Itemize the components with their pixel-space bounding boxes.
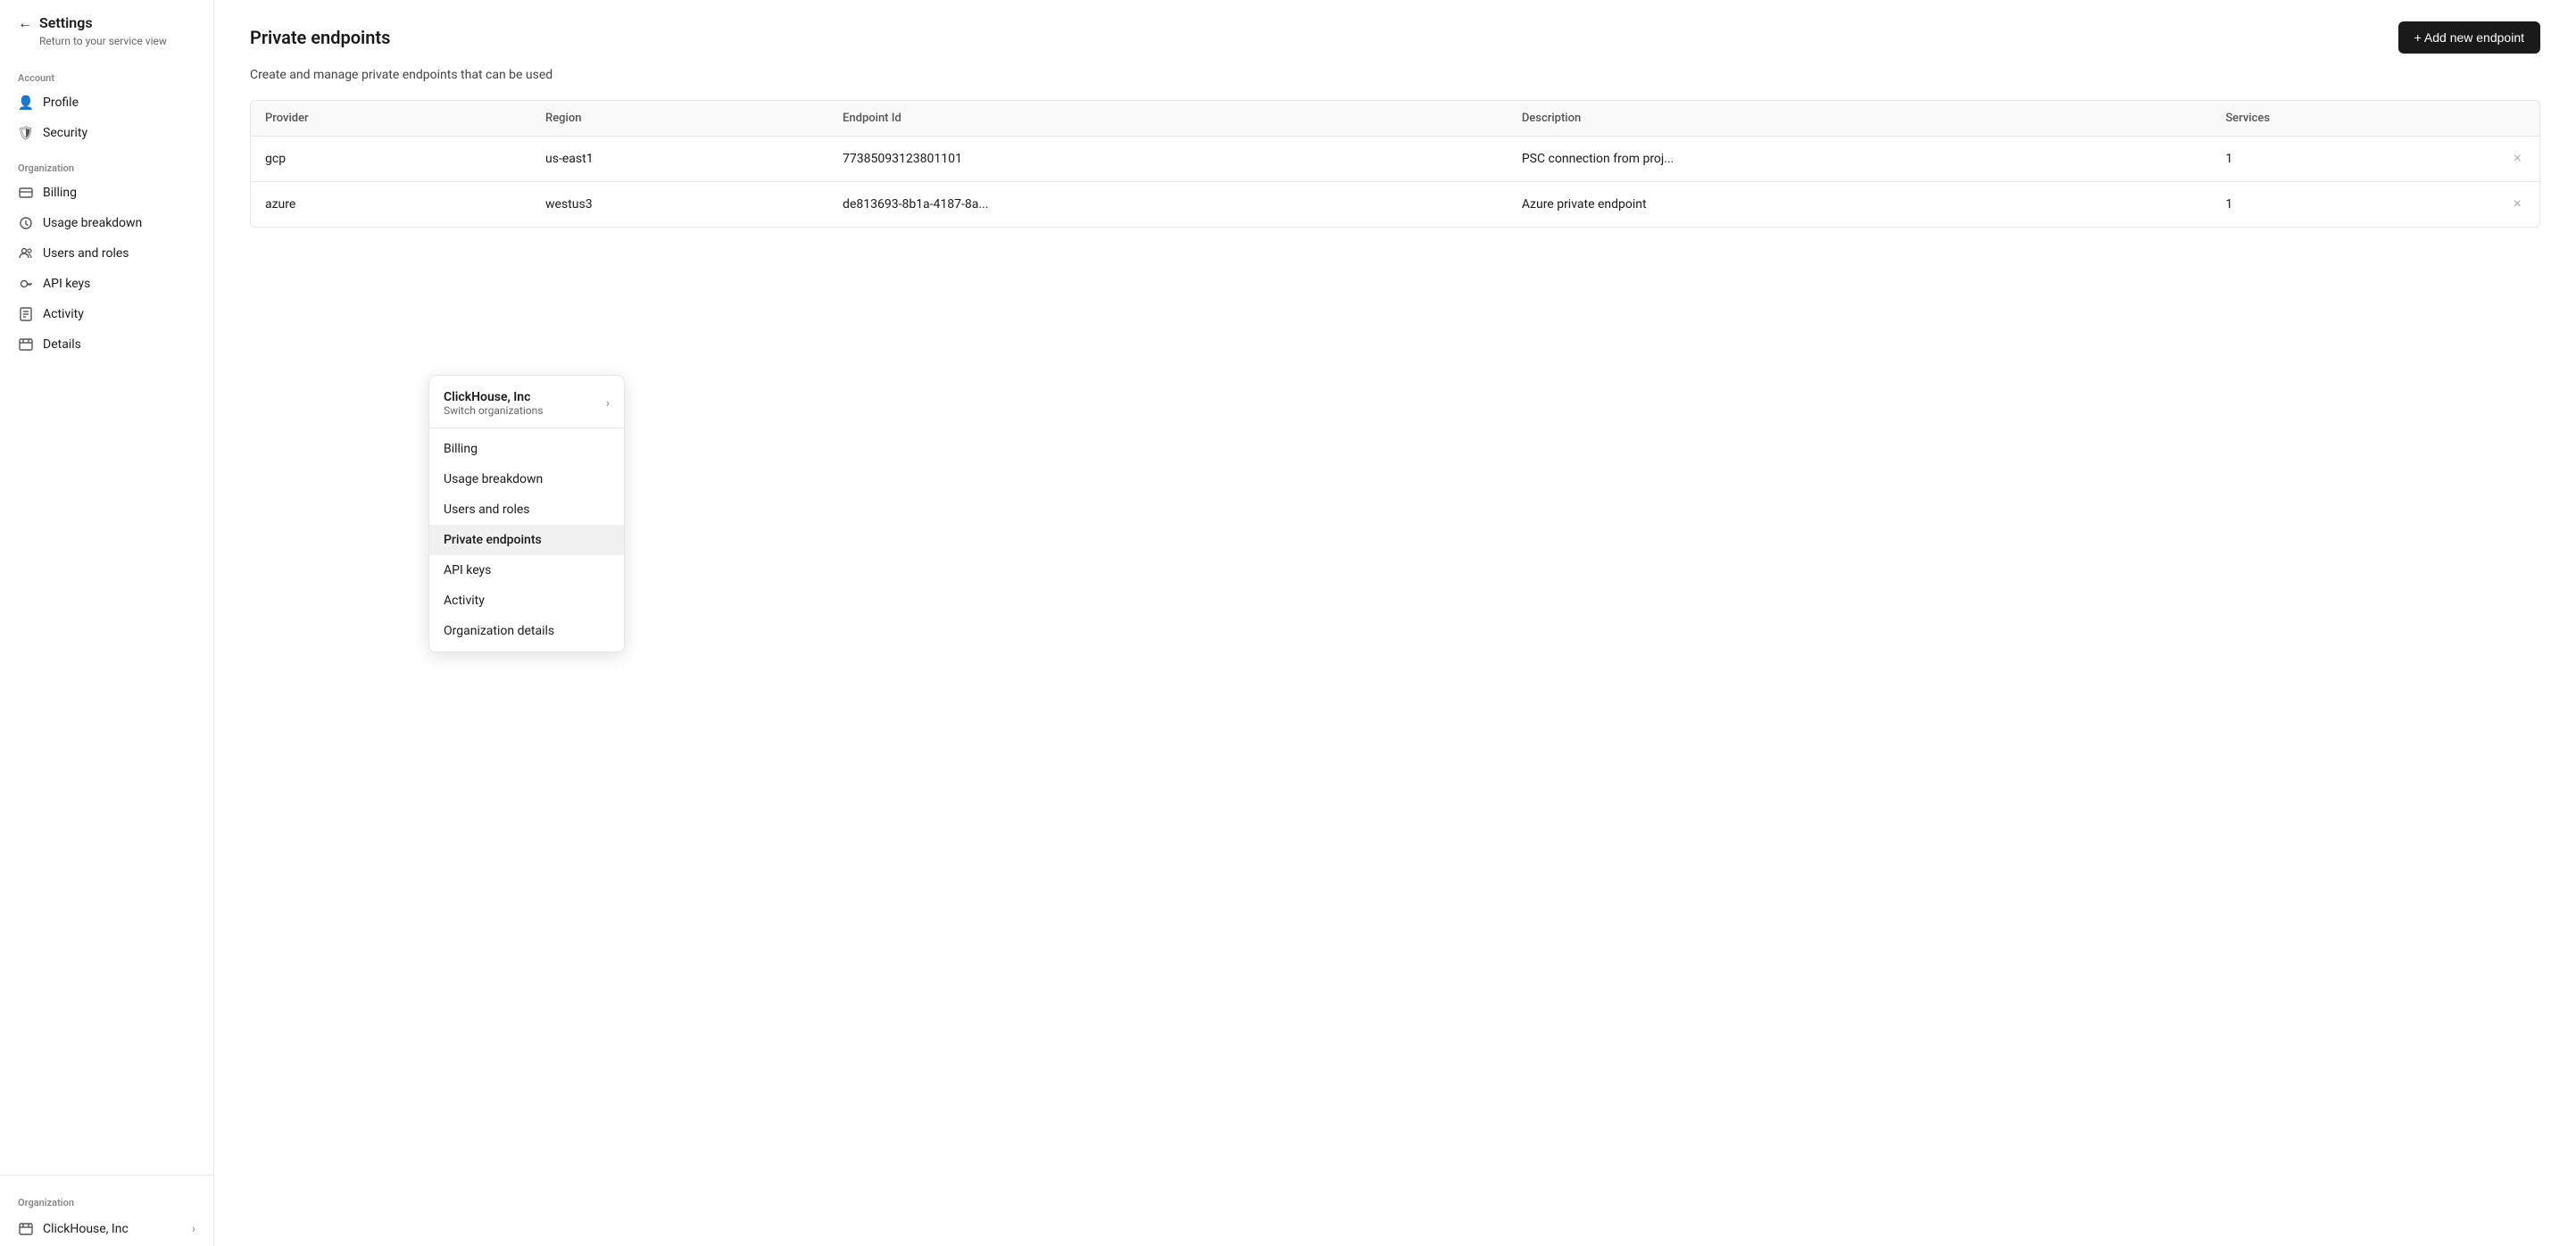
cell-description-1: Azure private endpoint bbox=[1508, 182, 2212, 228]
dropdown-item-users-roles[interactable]: Users and roles bbox=[429, 494, 624, 525]
sidebar-title: Settings bbox=[39, 14, 167, 33]
chevron-right-icon: › bbox=[192, 1222, 195, 1236]
sidebar-item-users-roles[interactable]: Users and roles bbox=[0, 238, 213, 269]
cell-endpoint-id-1: de813693-8b1a-4187-8a... bbox=[828, 182, 1508, 228]
dropdown-item-billing[interactable]: Billing bbox=[429, 434, 624, 464]
col-actions bbox=[2496, 101, 2539, 137]
delete-endpoint-1-button[interactable]: × bbox=[2510, 196, 2525, 212]
sidebar: ← Settings Return to your service view A… bbox=[0, 0, 214, 1246]
sidebar-item-security[interactable]: 🛡 Security bbox=[0, 118, 213, 148]
bottom-section-label: Organization bbox=[0, 1183, 213, 1212]
sidebar-item-usage-breakdown[interactable]: Usage breakdown bbox=[0, 208, 213, 238]
cell-actions-0: × bbox=[2496, 137, 2539, 182]
dropdown-menu: ClickHouse, Inc Switch organizations › B… bbox=[428, 375, 625, 652]
add-endpoint-button[interactable]: + Add new endpoint bbox=[2398, 21, 2540, 54]
cell-services-1: 1 bbox=[2211, 182, 2495, 228]
dropdown-item-activity[interactable]: Activity bbox=[429, 586, 624, 616]
cell-actions-1: × bbox=[2496, 182, 2539, 228]
dropdown-item-org-details[interactable]: Organization details bbox=[429, 616, 624, 646]
sidebar-item-details[interactable]: Details bbox=[0, 329, 213, 360]
cell-region-1: westus3 bbox=[531, 182, 828, 228]
dropdown-item-private-endpoints[interactable]: Private endpoints bbox=[429, 525, 624, 555]
dropdown-header: ClickHouse, Inc Switch organizations › bbox=[429, 381, 624, 422]
dropdown-item-api-keys[interactable]: API keys bbox=[429, 555, 624, 586]
cell-services-0: 1 bbox=[2211, 137, 2495, 182]
dropdown-switch-label: Switch organizations bbox=[444, 404, 543, 417]
cell-region-0: us-east1 bbox=[531, 137, 828, 182]
org-label: ClickHouse, Inc bbox=[43, 1222, 129, 1236]
sidebar-header: ← Settings Return to your service view bbox=[0, 0, 213, 58]
sidebar-item-profile[interactable]: 👤 Profile bbox=[0, 87, 213, 118]
billing-icon bbox=[18, 185, 34, 201]
cell-provider-1: azure bbox=[251, 182, 531, 228]
account-section-label: Account bbox=[0, 58, 213, 87]
main-content: Private endpoints + Add new endpoint Cre… bbox=[214, 0, 2576, 1246]
col-description: Description bbox=[1508, 101, 2212, 137]
back-arrow-icon: ← bbox=[18, 16, 32, 30]
table-header-row: Provider Region Endpoint Id Description … bbox=[251, 101, 2539, 137]
page-description: Create and manage private endpoints that… bbox=[250, 68, 2540, 82]
col-endpoint-id: Endpoint Id bbox=[828, 101, 1508, 137]
main-header: Private endpoints + Add new endpoint bbox=[250, 21, 2540, 54]
cell-endpoint-id-0: 77385093123801101 bbox=[828, 137, 1508, 182]
back-link[interactable]: ← Settings Return to your service view bbox=[18, 14, 195, 47]
dropdown-item-usage-breakdown[interactable]: Usage breakdown bbox=[429, 464, 624, 494]
table-row: azure westus3 de813693-8b1a-4187-8a... A… bbox=[251, 182, 2539, 228]
cell-provider-0: gcp bbox=[251, 137, 531, 182]
sidebar-item-label-activity: Activity bbox=[43, 307, 84, 321]
profile-icon: 👤 bbox=[18, 95, 34, 111]
sidebar-item-api-keys[interactable]: API keys bbox=[0, 269, 213, 299]
col-services: Services bbox=[2211, 101, 2495, 137]
delete-endpoint-0-button[interactable]: × bbox=[2510, 151, 2525, 167]
table-row: gcp us-east1 77385093123801101 PSC conne… bbox=[251, 137, 2539, 182]
sidebar-item-label-billing: Billing bbox=[43, 186, 77, 200]
org-section-label: Organization bbox=[0, 148, 213, 178]
details-icon bbox=[18, 336, 34, 353]
sidebar-item-label-details: Details bbox=[43, 337, 81, 352]
col-provider: Provider bbox=[251, 101, 531, 137]
dropdown-org-name: ClickHouse, Inc bbox=[444, 390, 543, 404]
sidebar-subtitle: Return to your service view bbox=[39, 35, 167, 47]
sidebar-org-item[interactable]: ClickHouse, Inc › bbox=[0, 1212, 213, 1246]
org-icon bbox=[18, 1221, 34, 1237]
endpoints-table-container: Provider Region Endpoint Id Description … bbox=[250, 100, 2540, 228]
col-region: Region bbox=[531, 101, 828, 137]
page-title: Private endpoints bbox=[250, 27, 390, 48]
sidebar-bottom: Organization ClickHouse, Inc › bbox=[0, 1175, 213, 1246]
api-keys-icon bbox=[18, 276, 34, 292]
users-icon bbox=[18, 245, 34, 262]
endpoints-table: Provider Region Endpoint Id Description … bbox=[251, 101, 2539, 227]
sidebar-item-activity[interactable]: Activity bbox=[0, 299, 213, 329]
activity-icon bbox=[18, 306, 34, 322]
sidebar-item-label-profile: Profile bbox=[43, 96, 79, 110]
dropdown-chevron-icon: › bbox=[606, 396, 610, 411]
security-icon: 🛡 bbox=[18, 125, 34, 141]
cell-description-0: PSC connection from proj... bbox=[1508, 137, 2212, 182]
sidebar-item-billing[interactable]: Billing bbox=[0, 178, 213, 208]
sidebar-item-label-usage: Usage breakdown bbox=[43, 216, 142, 230]
sidebar-item-label-api: API keys bbox=[43, 277, 90, 291]
sidebar-item-label-security: Security bbox=[43, 126, 87, 140]
usage-icon bbox=[18, 215, 34, 231]
sidebar-item-label-users: Users and roles bbox=[43, 246, 129, 261]
